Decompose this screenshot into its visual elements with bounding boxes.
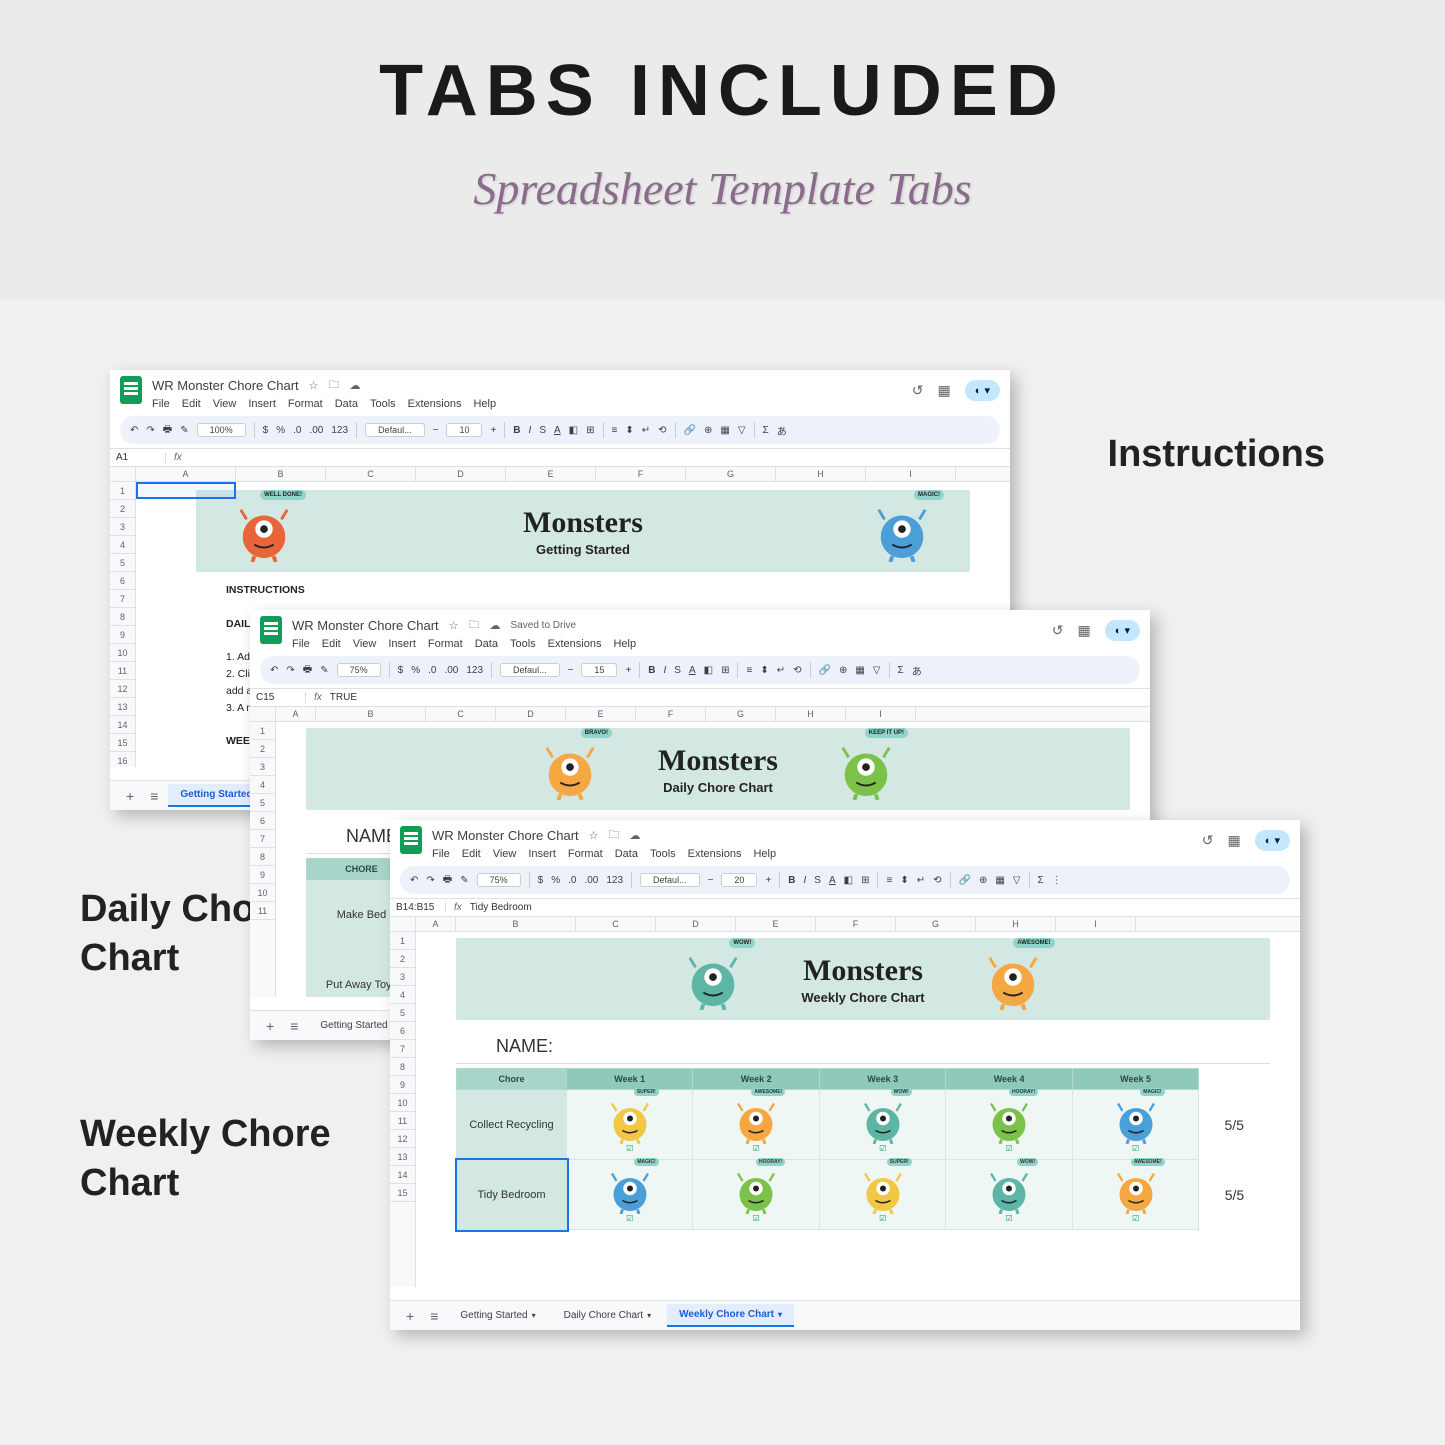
table-row: Tidy Bedroom MAGIC!☑ HOORAY!☑ SUPER!☑ WO… <box>457 1160 1270 1230</box>
cloud-saved-icon[interactable]: ☁ <box>490 619 501 632</box>
page-title: TABS INCLUDED <box>0 50 1445 132</box>
score-cell: 5/5 <box>1199 1160 1270 1230</box>
menu-insert[interactable]: Insert <box>248 398 276 410</box>
monster-orange-icon: WELL DONE! <box>236 500 292 562</box>
monster-orange-icon: AWESOME! <box>985 948 1041 1010</box>
page-subtitle: Spreadsheet Template Tabs <box>0 162 1445 215</box>
chore-name-cell[interactable]: Collect Recycling <box>457 1090 567 1160</box>
cell-reference[interactable]: A1 <box>116 452 166 463</box>
menu-edit[interactable]: Edit <box>182 398 201 410</box>
banner-subtitle: Getting Started <box>523 542 643 557</box>
tab-weekly-chore[interactable]: Weekly Chore Chart▾ <box>667 1304 794 1327</box>
checkbox-icon: ☑ <box>571 1144 688 1153</box>
monster-teal-icon: WOW! <box>685 948 741 1010</box>
menu-file[interactable]: File <box>152 398 170 410</box>
history-icon[interactable]: ↺ <box>912 382 924 399</box>
undo-icon[interactable]: ↶ <box>130 425 138 436</box>
formula-input[interactable]: TRUE <box>330 692 357 703</box>
print-icon[interactable]: 🖶 <box>163 422 172 439</box>
move-icon[interactable]: 🗀 <box>329 376 340 395</box>
fill-icon[interactable]: ◧ <box>569 425 578 436</box>
doc-title[interactable]: WR Monster Chore Chart <box>292 618 439 633</box>
move-icon[interactable]: 🗀 <box>609 826 620 845</box>
table-row: Collect Recycling SUPER!☑ AWESOME!☑ WOW!… <box>457 1090 1270 1160</box>
add-sheet-button[interactable]: + <box>260 1018 280 1034</box>
score-cell: 5/5 <box>1199 1090 1270 1160</box>
promo-header: TABS INCLUDED Spreadsheet Template Tabs <box>0 0 1445 300</box>
formula-bar: A1 fx <box>110 448 1010 467</box>
table-header-row: Chore Week 1 Week 2 Week 3 Week 4 Week 5 <box>457 1069 1270 1090</box>
menu-tools[interactable]: Tools <box>370 398 396 410</box>
add-sheet-button[interactable]: + <box>400 1308 420 1324</box>
label-weekly-chore: Weekly Chore Chart <box>80 1110 360 1209</box>
menubar: File Edit View Insert Format Data Tools … <box>292 638 1052 650</box>
name-field[interactable]: NAME: <box>456 1030 1270 1064</box>
comments-icon[interactable]: ▦ <box>938 382 951 399</box>
doc-title[interactable]: WR Monster Chore Chart <box>152 378 299 393</box>
sheets-logo-icon <box>260 616 282 644</box>
cloud-icon[interactable]: ☁ <box>630 829 641 842</box>
share-button[interactable]: ◐ ▾ <box>1105 620 1140 641</box>
formula-input[interactable]: Tidy Bedroom <box>470 902 532 913</box>
cell-reference[interactable]: B14:B15 <box>396 902 446 913</box>
share-button[interactable]: ◐ ▾ <box>965 380 1000 401</box>
saved-status: Saved to Drive <box>511 620 577 631</box>
window-weekly-chore: WR Monster Chore Chart ☆ 🗀 ☁ File Edit V… <box>390 820 1300 1330</box>
star-icon[interactable]: ☆ <box>309 379 319 392</box>
all-sheets-button[interactable]: ≡ <box>284 1018 304 1034</box>
share-button[interactable]: ◐ ▾ <box>1255 830 1290 851</box>
daily-banner: BRAVO! Monsters Daily Chore Chart KEEP I… <box>306 728 1130 810</box>
add-sheet-button[interactable]: + <box>120 788 140 804</box>
weekly-chore-table: Chore Week 1 Week 2 Week 3 Week 4 Week 5… <box>456 1068 1270 1230</box>
chore-name-cell-selected[interactable]: Tidy Bedroom <box>457 1160 567 1230</box>
menu-format[interactable]: Format <box>288 398 323 410</box>
borders-icon[interactable]: ⊞ <box>586 425 594 436</box>
weekly-banner: WOW! Monsters Weekly Chore Chart AWESOME… <box>456 938 1270 1020</box>
move-icon[interactable]: 🗀 <box>469 616 480 635</box>
cloud-icon[interactable]: ☁ <box>350 379 361 392</box>
instructions-banner: WELL DONE! Monsters Getting Started MAGI… <box>196 490 970 572</box>
banner-title: Monsters <box>523 506 643 540</box>
menu-extensions[interactable]: Extensions <box>408 398 462 410</box>
comments-icon[interactable]: ▦ <box>1078 622 1091 639</box>
menu-help[interactable]: Help <box>473 398 496 410</box>
fx-icon: fx <box>174 452 182 463</box>
selected-cell[interactable] <box>136 482 236 499</box>
toolbar: ↶↷ 🖶✎ 75% $%.0.00123 Defaul... −15+ BISA… <box>260 656 1140 684</box>
toolbar: ↶ ↷ 🖶 ✎ 100% $%.0.00123 Defaul... − 10 +… <box>120 416 1000 444</box>
cell-reference[interactable]: C15 <box>256 692 306 703</box>
menu-data[interactable]: Data <box>335 398 358 410</box>
star-icon[interactable]: ☆ <box>589 829 599 842</box>
font-select[interactable]: Defaul... <box>365 423 425 437</box>
paint-icon[interactable]: ✎ <box>180 425 188 436</box>
all-sheets-button[interactable]: ≡ <box>144 788 164 804</box>
comments-icon[interactable]: ▦ <box>1228 832 1241 849</box>
all-sheets-button[interactable]: ≡ <box>424 1308 444 1324</box>
menubar: File Edit View Insert Format Data Tools … <box>152 398 912 410</box>
monster-orange-icon: BRAVO! <box>542 738 598 800</box>
link-icon[interactable]: 🔗 <box>684 425 696 436</box>
monster-blue-icon: MAGIC! <box>874 500 930 562</box>
sheets-logo-icon <box>120 376 142 404</box>
history-icon[interactable]: ↺ <box>1052 622 1064 639</box>
tab-daily-chore[interactable]: Daily Chore Chart▾ <box>552 1305 664 1326</box>
menu-view[interactable]: View <box>213 398 237 410</box>
label-instructions: Instructions <box>1108 430 1325 479</box>
zoom-select[interactable]: 100% <box>197 423 246 437</box>
sheets-logo-icon <box>400 826 422 854</box>
titlebar: WR Monster Chore Chart ☆ 🗀 ☁ File Edit V… <box>390 820 1300 862</box>
history-icon[interactable]: ↺ <box>1202 832 1214 849</box>
doc-title[interactable]: WR Monster Chore Chart <box>432 828 579 843</box>
titlebar: WR Monster Chore Chart ☆ 🗀 ☁ Saved to Dr… <box>250 610 1150 652</box>
monster-green-icon: KEEP IT UP! <box>838 738 894 800</box>
tab-getting-started[interactable]: Getting Started▾ <box>448 1305 547 1326</box>
star-icon[interactable]: ☆ <box>449 619 459 632</box>
titlebar: WR Monster Chore Chart ☆ 🗀 ☁ File Edit V… <box>110 370 1010 412</box>
redo-icon[interactable]: ↷ <box>146 425 154 436</box>
font-size[interactable]: 10 <box>446 423 482 437</box>
